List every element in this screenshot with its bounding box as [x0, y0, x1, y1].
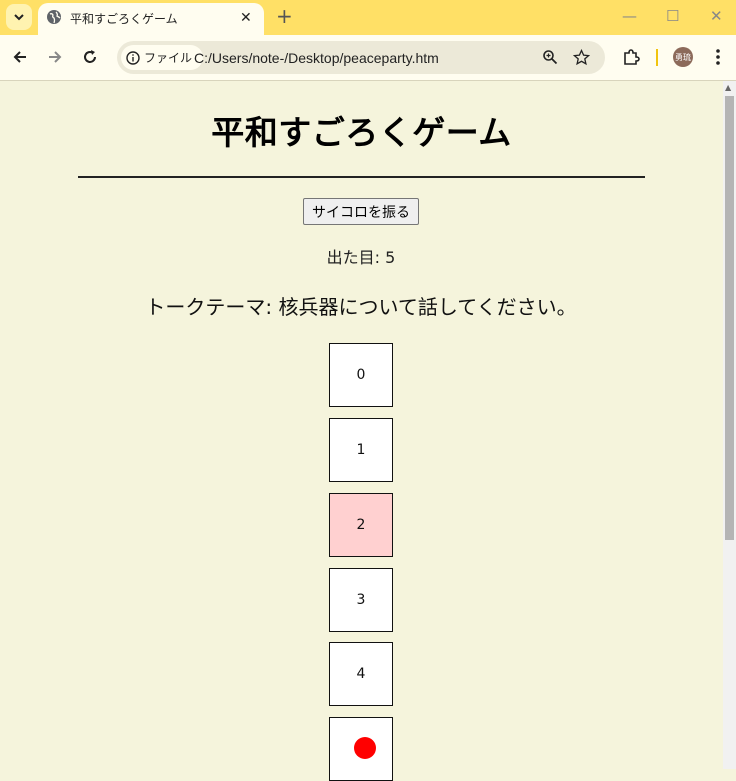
bookmark-star-icon[interactable]: [573, 49, 590, 66]
title-divider: [78, 176, 645, 178]
zoom-icon[interactable]: [542, 49, 558, 65]
board-cell-0: 0: [329, 343, 393, 407]
reload-icon[interactable]: [81, 48, 99, 66]
browser-toolbar: ファイル C:/Users/note-/Desktop/peaceparty.h…: [0, 35, 736, 81]
scrollbar-thumb[interactable]: [725, 96, 734, 540]
player-piece: [354, 737, 376, 759]
url-text[interactable]: C:/Users/note-/Desktop/peaceparty.htm: [194, 50, 439, 66]
scroll-up-arrow-icon[interactable]: ▲: [725, 84, 731, 92]
page-title: 平和すごろくゲーム: [211, 113, 512, 152]
back-arrow-icon[interactable]: [11, 48, 29, 66]
tab-title: 平和すごろくゲーム: [70, 12, 178, 26]
board-cell-1: 1: [329, 418, 393, 482]
info-icon: [126, 50, 140, 65]
new-tab-icon[interactable]: +: [276, 5, 293, 27]
tab-search-button[interactable]: [6, 4, 32, 30]
page-content: 平和すごろくゲーム サイコロを振る 出た目: 5 トークテーマ: 核兵器について…: [0, 81, 722, 781]
avatar-text: 勇琉: [675, 52, 691, 62]
minimize-icon[interactable]: —: [622, 8, 637, 24]
close-tab-icon[interactable]: ✕: [240, 10, 252, 26]
forward-arrow-icon[interactable]: [46, 48, 64, 66]
maximize-icon[interactable]: ☐: [666, 8, 679, 24]
extensions-puzzle-icon[interactable]: [622, 48, 640, 66]
globe-icon: [47, 10, 61, 24]
tab-strip: 平和すごろくゲーム ✕ + — ☐ ✕: [0, 0, 736, 35]
profile-avatar[interactable]: 勇琉: [673, 47, 693, 67]
dice-result: 出た目: 5: [326, 248, 396, 267]
file-label: ファイル: [144, 51, 193, 65]
close-window-icon[interactable]: ✕: [710, 8, 723, 24]
board-cell-2: 2: [329, 493, 393, 557]
address-bar[interactable]: ファイル C:/Users/note-/Desktop/peaceparty.h…: [117, 41, 605, 74]
active-tab[interactable]: 平和すごろくゲーム ✕: [38, 3, 264, 35]
chevron-down-icon: [14, 14, 24, 21]
board-cell-3: 3: [329, 568, 393, 632]
board-cell-4: 4: [329, 642, 393, 706]
menu-kebab-icon[interactable]: [710, 48, 726, 66]
toolbar-divider: [656, 49, 658, 66]
roll-dice-button[interactable]: サイコロを振る: [303, 198, 419, 225]
site-info-chip[interactable]: ファイル: [121, 45, 203, 70]
talk-theme: トークテーマ: 核兵器について話してください。: [145, 295, 577, 319]
